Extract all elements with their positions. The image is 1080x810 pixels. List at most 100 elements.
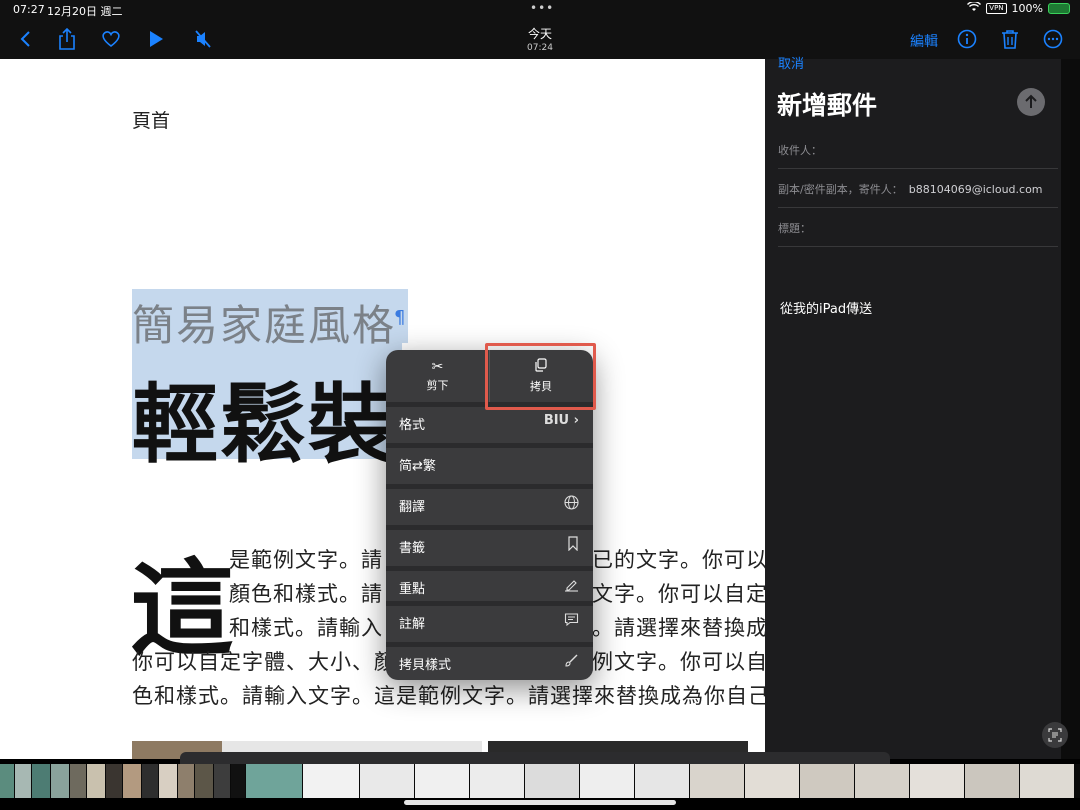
status-time: 07:27 xyxy=(13,3,45,16)
photo-thumbnail[interactable] xyxy=(855,764,909,798)
toolbar-title: 今天 07:24 xyxy=(490,25,590,53)
document-page[interactable]: 頁首 簡易家庭風格 ¶ 輕鬆裝飾 這 是範例文字。請 已的文字。你可以 顏色和樣… xyxy=(0,59,765,759)
photo-thumbnail[interactable] xyxy=(800,764,854,798)
status-date: 12月20日 週二 xyxy=(47,5,123,18)
photo-thumbnail[interactable] xyxy=(32,764,50,798)
paragraph-mark: ¶ xyxy=(394,307,406,328)
body-text[interactable]: 色和樣式。請輸入文字。這是範例文字。請選擇來替換成為你自己 xyxy=(132,680,765,710)
subject-label: 標題： xyxy=(778,222,811,235)
photo-thumbnail[interactable] xyxy=(415,764,469,798)
body-text[interactable]: 。請選擇來替換成 xyxy=(592,612,765,642)
body-text[interactable]: 例文字。你可以自 xyxy=(592,646,765,676)
photo-thumbnail[interactable] xyxy=(360,764,414,798)
cc-from-label: 副本/密件副本，寄件人： xyxy=(778,183,903,196)
trash-icon[interactable] xyxy=(998,28,1022,50)
mail-heading: 新增郵件 xyxy=(777,91,878,120)
mail-compose-panel: 取消 新增郵件 收件人： 副本/密件副本，寄件人： b88104069@iclou… xyxy=(765,57,1061,759)
photo-thumbnail[interactable] xyxy=(87,764,105,798)
heart-icon[interactable] xyxy=(99,28,123,50)
menu-item-convert-chinese[interactable]: 简⇄繁 xyxy=(386,443,593,480)
scissors-icon: ✂ xyxy=(431,359,444,375)
info-icon[interactable] xyxy=(955,28,979,50)
photo-thumbnail[interactable] xyxy=(965,764,1019,798)
home-indicator[interactable] xyxy=(404,800,676,805)
document-subtitle[interactable]: 簡易家庭風格 xyxy=(132,292,396,353)
cut-label: 剪下 xyxy=(426,379,449,392)
photo-thumbnail[interactable] xyxy=(580,764,634,798)
menu-item-label: 格式 xyxy=(399,417,426,433)
menu-item-label: 註解 xyxy=(399,616,426,632)
back-chevron-icon[interactable] xyxy=(13,28,37,50)
photo-thumbnail[interactable] xyxy=(178,764,194,798)
photo-thumbnail[interactable] xyxy=(690,764,744,798)
photo-thumbnail[interactable] xyxy=(106,764,122,798)
photo-thumbnail[interactable] xyxy=(0,764,14,798)
share-icon[interactable] xyxy=(55,28,79,50)
to-field[interactable]: 收件人： xyxy=(778,142,1058,169)
mail-signature[interactable]: 從我的iPad傳送 xyxy=(780,298,872,317)
body-text[interactable]: 文字。你可以自定 xyxy=(592,578,765,608)
body-text[interactable]: 已的文字。你可以 xyxy=(592,544,765,574)
photo-thumbnail[interactable] xyxy=(159,764,177,798)
photo-thumbnail[interactable] xyxy=(910,764,964,798)
cc-from-field[interactable]: 副本/密件副本，寄件人： b88104069@icloud.com xyxy=(778,181,1058,208)
multitasking-dots-icon[interactable]: ••• xyxy=(530,1,554,15)
page-header[interactable]: 頁首 xyxy=(132,106,170,133)
photo-thumbnail[interactable] xyxy=(123,764,141,798)
pencil-icon xyxy=(564,577,579,596)
photo-thumbnail[interactable] xyxy=(525,764,579,798)
body-text[interactable]: 是範例文字。請 xyxy=(229,544,383,574)
photo-thumbnail[interactable] xyxy=(70,764,86,798)
photo-thumbnail[interactable] xyxy=(745,764,799,798)
from-address: b88104069@icloud.com xyxy=(908,183,1043,196)
to-label: 收件人： xyxy=(778,144,822,157)
body-text[interactable]: 顏色和樣式。請 xyxy=(229,578,383,608)
menu-item-label: 简⇄繁 xyxy=(399,458,436,474)
menu-item-copy-style[interactable]: 拷貝樣式 xyxy=(386,642,593,679)
photo-thumbnail[interactable] xyxy=(1020,764,1074,798)
menu-item-bookmark[interactable]: 書籤 xyxy=(386,525,593,562)
photo-thumbnail[interactable] xyxy=(15,764,31,798)
toolbar-date-label: 今天 xyxy=(527,27,552,41)
body-text[interactable]: 和樣式。請輸入 xyxy=(229,612,383,642)
photo-thumbnail[interactable] xyxy=(51,764,69,798)
play-icon[interactable] xyxy=(144,28,168,50)
photo-thumbnail[interactable] xyxy=(246,764,302,798)
photo-thumbnail[interactable] xyxy=(231,764,245,798)
menu-item-comment[interactable]: 註解 xyxy=(386,601,593,638)
send-button[interactable] xyxy=(1017,88,1045,116)
cut-button[interactable]: ✂ 剪下 xyxy=(386,350,489,402)
vpn-badge: VPN xyxy=(986,3,1007,14)
subject-field[interactable]: 標題： xyxy=(778,220,1058,247)
mute-icon[interactable] xyxy=(191,28,215,50)
wifi-icon xyxy=(967,1,982,15)
photo-thumbnail[interactable] xyxy=(195,764,213,798)
battery-icon xyxy=(1048,3,1070,14)
cancel-button[interactable]: 取消 xyxy=(778,53,804,72)
photo-thumbnail[interactable] xyxy=(142,764,158,798)
toolbar-time-label: 07:24 xyxy=(527,43,553,53)
menu-item-label: 書籤 xyxy=(399,540,426,556)
battery-percent: 100% xyxy=(1011,2,1043,15)
menu-item-label: 拷貝樣式 xyxy=(399,657,452,673)
menu-item-highlight[interactable]: 重點 xyxy=(386,566,593,603)
status-bar: 07:27 12月20日 週二 ••• VPN 100% xyxy=(0,0,1080,20)
brush-icon xyxy=(564,653,579,672)
globe-icon xyxy=(564,495,579,514)
scrubber-bar[interactable] xyxy=(180,752,890,764)
bookmark-icon xyxy=(567,536,579,555)
photo-thumbnail[interactable] xyxy=(635,764,689,798)
right-edge-panel xyxy=(1061,59,1080,759)
photo-thumbnail[interactable] xyxy=(214,764,230,798)
edit-button[interactable]: 編輯 xyxy=(910,31,938,51)
thumbnail-strip[interactable] xyxy=(0,764,1080,798)
menu-item-translate[interactable]: 翻譯 xyxy=(386,484,593,521)
copy-highlight-annotation xyxy=(485,343,596,410)
photo-thumbnail[interactable] xyxy=(303,764,359,798)
live-text-scan-icon[interactable] xyxy=(1042,722,1068,748)
body-text[interactable]: 你可以自定字體、大小、顏 xyxy=(132,646,396,676)
more-icon[interactable] xyxy=(1041,28,1065,50)
photo-thumbnail[interactable] xyxy=(470,764,524,798)
status-right: VPN 100% xyxy=(967,1,1070,15)
comment-icon xyxy=(564,612,579,631)
